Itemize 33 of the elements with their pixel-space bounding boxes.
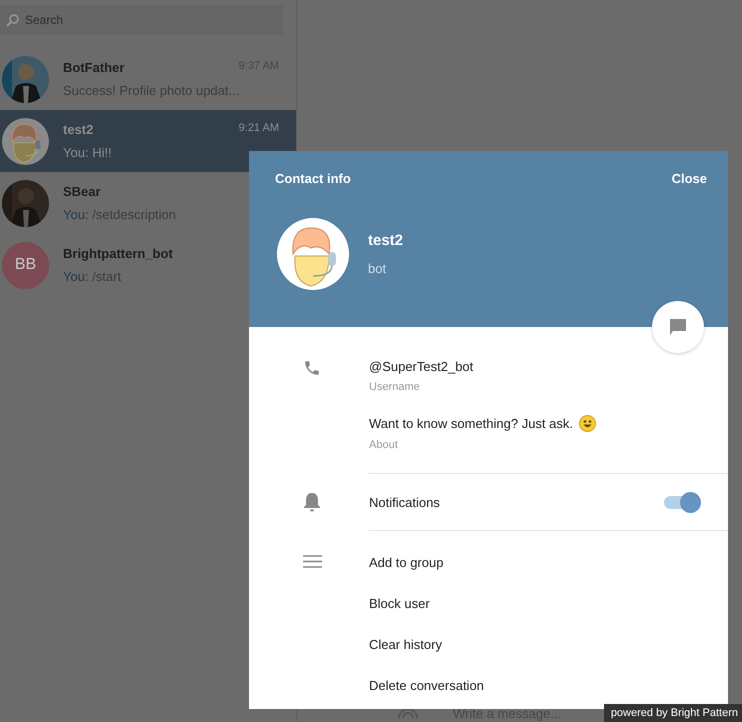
chat-preview: You: Hi!! (63, 145, 113, 160)
notifications-label: Notifications (369, 494, 440, 510)
chat-bubble-icon (668, 317, 688, 337)
phone-icon (303, 359, 321, 377)
chat-name: test2 (63, 122, 94, 137)
action-link[interactable]: Clear history (369, 637, 484, 653)
contact-status: bot (368, 261, 388, 276)
avatar-drawing (2, 118, 49, 164)
search-icon (6, 14, 19, 26)
bell-icon (303, 492, 321, 512)
chat-name: BotFather (63, 60, 124, 75)
menu-icon (303, 555, 322, 568)
field-label: About (369, 439, 399, 451)
action-link[interactable]: Add to group (369, 555, 484, 571)
notifications-toggle[interactable] (664, 492, 701, 512)
action-link[interactable]: Delete conversation (369, 678, 484, 694)
about-text: Want to know something? Just ask. (369, 416, 574, 431)
microphone-icon[interactable] (397, 706, 419, 718)
dialog-title: Contact info (275, 171, 351, 186)
avatar-drawing (277, 218, 349, 290)
action-link[interactable]: Block user (369, 596, 484, 612)
field-label: Username (369, 381, 421, 393)
username-text: @SuperTest2_bot (369, 359, 474, 374)
message-button[interactable] (652, 301, 704, 353)
contact-name: test2 (368, 232, 404, 249)
chat-name: Brightpattern_bot (63, 246, 173, 261)
search-field[interactable]: Search (0, 5, 283, 35)
chat-item[interactable]: test2 9:21 AM You: Hi!! (0, 110, 296, 172)
chat-name: SBear (63, 184, 101, 199)
chat-time: 9:21 AM (238, 122, 279, 136)
avatar-initials: BB (2, 242, 49, 288)
powered-by-label: powered by Bright Pattern (604, 704, 742, 722)
close-button[interactable]: Close (672, 171, 707, 186)
